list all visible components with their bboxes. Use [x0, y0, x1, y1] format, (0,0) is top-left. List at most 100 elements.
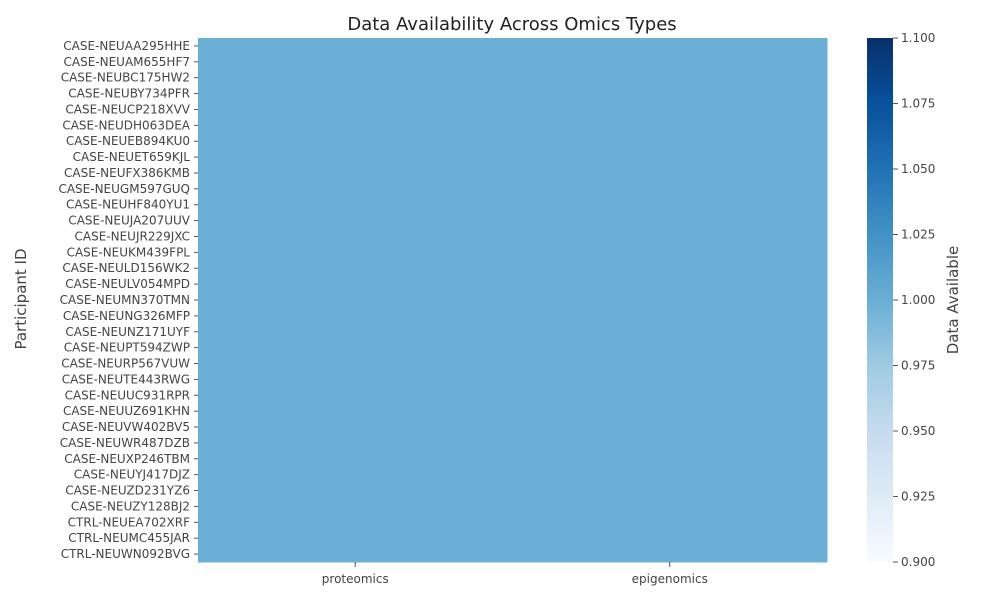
row-label: CASE-NEUJA207UUV [68, 214, 190, 228]
heatmap-cell [512, 228, 828, 245]
heatmap-cell [198, 38, 513, 55]
row-label: CASE-NEUGM597GUQ [58, 182, 190, 196]
colorbar-ticks: 0.900 0.925 0.950 0.975 1.000 1.025 1.050 1.075… [893, 31, 935, 569]
heatmap-cell [512, 260, 828, 277]
heatmap-cell [512, 482, 828, 499]
heatmap-cell [512, 38, 828, 55]
heatmap-cell [512, 165, 828, 182]
y-axis-label: Participant ID [12, 248, 30, 349]
heatmap-cell [198, 260, 513, 277]
heatmap-chart: Data Availability Across Omics Types Par… [0, 0, 1000, 600]
colorbar-tick-label: 1.000 [901, 293, 935, 307]
heatmap-cell [512, 323, 828, 341]
heatmap-cell [198, 403, 513, 420]
row-label: CASE-NEUMN370TMN [60, 293, 190, 307]
heatmap-cell [512, 292, 828, 309]
row-label: CASE-NEUHF840YU1 [66, 198, 190, 212]
colorbar-tick-label: 1.050 [901, 162, 935, 176]
row-label: CASE-NEUUC931RPR [65, 388, 190, 402]
heatmap-cell [198, 85, 513, 103]
row-label: CASE-NEUCP218XVV [65, 102, 190, 116]
row-label: CASE-NEUNG326MFP [63, 309, 190, 323]
row-label: CASE-NEUFX386KMB [64, 166, 190, 180]
row-label: CASE-NEUXP246TBM [64, 452, 190, 466]
heatmap-cell [512, 101, 828, 118]
heatmap-cell [512, 546, 828, 563]
heatmap-cell [198, 212, 513, 230]
heatmap-cell [198, 434, 513, 452]
row-label: CASE-NEUDH063DEA [62, 118, 190, 132]
row-labels: CASE-NEUAA295HHE CASE-NEUAM655HF7 CASE-NEU… [58, 39, 198, 561]
column-labels: proteomics epigenomics [322, 562, 708, 586]
heatmap-cell [512, 466, 828, 484]
row-label: CASE-NEUNZ171UYF [65, 325, 190, 339]
colorbar [867, 38, 893, 562]
row-label: CASE-NEUAA295HHE [63, 39, 190, 53]
heatmap-cell [512, 514, 828, 531]
heatmap-cell [512, 371, 828, 388]
heatmap-cell [512, 339, 828, 357]
row-label: CASE-NEUEB894KU0 [66, 134, 190, 148]
row-label: CTRL-NEUMC455JAR [68, 531, 190, 545]
heatmap-cell [512, 180, 828, 198]
heatmap-cell [198, 530, 513, 547]
column-label: proteomics [322, 572, 389, 586]
heatmap-cell [198, 196, 513, 214]
heatmap-cell [198, 371, 513, 388]
heatmap-cell [198, 101, 513, 118]
heatmap-cell [198, 165, 513, 182]
heatmap-cell [512, 307, 828, 325]
heatmap-cell [198, 117, 513, 134]
heatmap-cell [512, 434, 828, 452]
row-label: CASE-NEUPT594ZWP [64, 341, 190, 355]
heatmap-cell [512, 450, 828, 468]
heatmap-cell [512, 53, 828, 71]
heatmap-cell [198, 466, 513, 484]
colorbar-tick-label: 1.100 [901, 31, 935, 45]
colorbar-label: Data Available [944, 246, 962, 354]
heatmap-cell [512, 69, 828, 87]
heatmap-cell [512, 85, 828, 103]
heatmap-cell [512, 403, 828, 420]
heatmap-cell [198, 482, 513, 499]
heatmap-cell [198, 355, 513, 372]
row-label: CASE-NEUJR229JXC [74, 229, 190, 243]
row-label: CASE-NEULD156WK2 [62, 261, 190, 275]
colorbar-tick-label: 1.025 [901, 228, 935, 242]
heatmap-cell [512, 387, 828, 404]
heatmap-cell [198, 292, 513, 309]
heatmap-cell [198, 244, 513, 261]
heatmap-cell [198, 498, 513, 515]
row-label: CTRL-NEUEA702XRF [68, 515, 190, 529]
heatmap-cell [198, 69, 513, 87]
row-label: CASE-NEUAM655HF7 [64, 55, 191, 69]
row-label: CASE-NEUBC175HW2 [61, 71, 190, 85]
row-label: CASE-NEUTE443RWG [62, 372, 190, 386]
heatmap-cells [198, 38, 828, 563]
heatmap-cell [198, 133, 513, 150]
row-label: CASE-NEUUZ691KHN [63, 404, 190, 418]
heatmap-cell [198, 546, 513, 563]
heatmap-cell [512, 276, 828, 293]
heatmap-cell [512, 149, 828, 166]
heatmap-svg: Data Availability Across Omics Types Par… [12, 14, 962, 586]
row-label: CASE-NEUZY128BJ2 [71, 499, 190, 513]
colorbar-tick-label: 0.975 [901, 359, 935, 373]
heatmap-cell [198, 307, 513, 325]
heatmap-cell [198, 339, 513, 357]
chart-title: Data Availability Across Omics Types [347, 14, 676, 35]
heatmap-cell [512, 133, 828, 150]
heatmap-cell [198, 180, 513, 198]
row-label: CASE-NEUKM439FPL [67, 245, 191, 259]
heatmap-cell [198, 514, 513, 531]
row-label: CASE-NEUYJ417DJZ [74, 468, 190, 482]
heatmap-cell [512, 196, 828, 214]
row-label: CASE-NEUVW402BV5 [62, 420, 190, 434]
heatmap-cell [512, 530, 828, 547]
row-label: CASE-NEUET659KJL [73, 150, 191, 164]
heatmap-cell [198, 323, 513, 341]
heatmap-cell [512, 244, 828, 261]
row-label: CASE-NEULV054MPD [65, 277, 190, 291]
heatmap-cell [512, 117, 828, 134]
row-label: CASE-NEUBY734PFR [68, 87, 190, 101]
